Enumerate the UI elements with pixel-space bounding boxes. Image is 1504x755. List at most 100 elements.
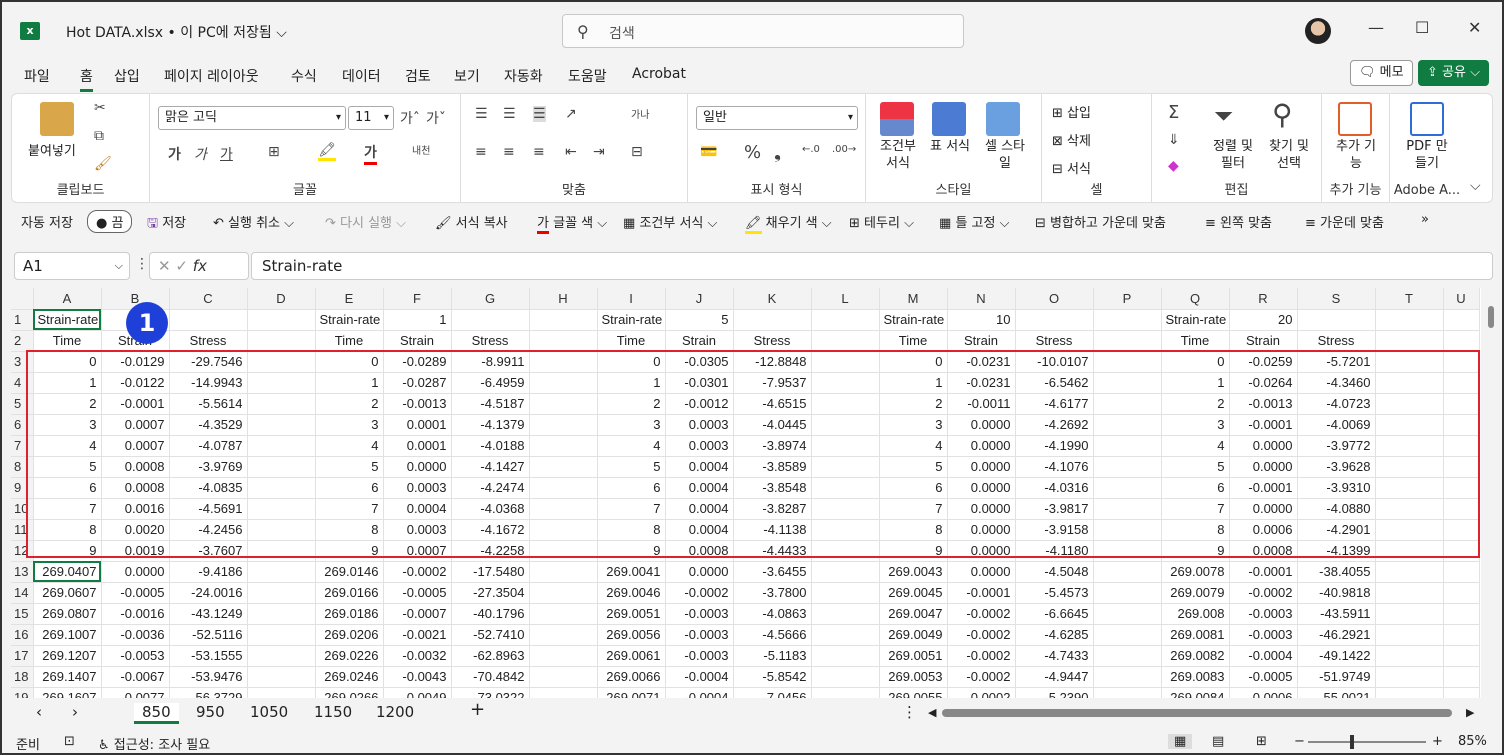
border-icon[interactable]: ⊞: [268, 144, 280, 160]
cell[interactable]: 0.0004: [383, 498, 452, 520]
zoom-in-icon[interactable]: +: [1432, 734, 1443, 749]
cell[interactable]: -24.0016: [169, 582, 248, 604]
cell[interactable]: [811, 393, 880, 415]
cell[interactable]: -0.0004: [1229, 645, 1298, 667]
cell[interactable]: -14.9943: [169, 372, 248, 394]
cell[interactable]: -4.0835: [169, 477, 248, 499]
row-header[interactable]: 4: [11, 372, 34, 394]
cell[interactable]: 0.0001: [383, 435, 452, 457]
column-header[interactable]: G: [451, 288, 530, 310]
more-commands-button[interactable]: »: [1421, 212, 1429, 227]
sheet-tab-1050[interactable]: 1050: [250, 703, 288, 721]
cell[interactable]: [1443, 330, 1480, 352]
phonetic-icon[interactable]: 내천: [412, 142, 430, 157]
cell[interactable]: [529, 435, 598, 457]
cell[interactable]: -40.1796: [451, 603, 530, 625]
tab-file[interactable]: 파일: [24, 66, 50, 86]
cell[interactable]: -3.8287: [733, 498, 812, 520]
clear-icon[interactable]: ◆: [1168, 158, 1179, 174]
cell[interactable]: -4.1076: [1015, 456, 1094, 478]
cell[interactable]: 0.0000: [947, 561, 1016, 583]
cell[interactable]: 269.0226: [315, 645, 384, 667]
cell[interactable]: Stress: [169, 330, 248, 352]
accessibility-status[interactable]: ♿ 접근성: 조사 필요: [98, 734, 210, 753]
row-header[interactable]: 14: [11, 582, 34, 604]
cell[interactable]: Strain: [383, 330, 452, 352]
cell[interactable]: [247, 603, 316, 625]
cell[interactable]: -0.0006: [1229, 687, 1298, 698]
cell[interactable]: [529, 372, 598, 394]
cell[interactable]: -0.0002: [1229, 582, 1298, 604]
cell[interactable]: 0.0019: [101, 540, 170, 562]
cell[interactable]: 269.0084: [1161, 687, 1230, 698]
cell[interactable]: -38.4055: [1297, 561, 1376, 583]
cell[interactable]: 5: [1161, 456, 1230, 478]
tab-formulas[interactable]: 수식: [291, 66, 317, 86]
cell[interactable]: 0.0000: [947, 540, 1016, 562]
align-bottom-icon[interactable]: ☰: [533, 106, 546, 122]
cell[interactable]: Stress: [451, 330, 530, 352]
cell[interactable]: 0.0006: [1229, 519, 1298, 541]
cell[interactable]: -0.0003: [665, 645, 734, 667]
cell[interactable]: 269.0071: [597, 687, 666, 698]
column-header[interactable]: F: [383, 288, 452, 310]
create-pdf-label[interactable]: PDF 만들기: [1402, 138, 1452, 172]
cell[interactable]: 269.0407: [33, 561, 102, 583]
cell[interactable]: [1375, 561, 1444, 583]
cell[interactable]: 269.0266: [315, 687, 384, 698]
format-table-label[interactable]: 표 서식: [928, 138, 972, 155]
format-painter-icon[interactable]: 🖌: [94, 156, 112, 172]
cell[interactable]: [1093, 540, 1162, 562]
cell[interactable]: -6.4959: [451, 372, 530, 394]
cell[interactable]: [1375, 414, 1444, 436]
cell[interactable]: -0.0002: [947, 687, 1016, 698]
cell[interactable]: [247, 456, 316, 478]
cell[interactable]: [1093, 603, 1162, 625]
cell[interactable]: -0.0001: [1229, 414, 1298, 436]
cell[interactable]: 269.0051: [597, 603, 666, 625]
fill-icon[interactable]: ⇓: [1168, 132, 1180, 148]
cell[interactable]: -4.1180: [1015, 540, 1094, 562]
cell[interactable]: -4.0880: [1297, 498, 1376, 520]
row-header[interactable]: 1: [11, 309, 34, 331]
add-sheet-button[interactable]: +: [470, 699, 485, 720]
zoom-slider[interactable]: [1308, 735, 1426, 749]
cut-icon[interactable]: ✂: [94, 100, 106, 116]
cell[interactable]: [529, 540, 598, 562]
cell[interactable]: -5.7201: [1297, 351, 1376, 373]
cell[interactable]: 7: [33, 498, 102, 520]
cell[interactable]: [1443, 624, 1480, 646]
addins-button-label[interactable]: 추가 기능: [1332, 138, 1380, 172]
grow-font-icon[interactable]: 가ˆ: [400, 108, 420, 128]
cell[interactable]: 269.0807: [33, 603, 102, 625]
merge-center-button[interactable]: ⊟ 병합하고 가운데 맞춤: [1035, 212, 1166, 231]
row-header[interactable]: 2: [11, 330, 34, 352]
fill-color-icon[interactable]: 🖍: [318, 142, 336, 161]
cell[interactable]: [1093, 435, 1162, 457]
enter-icon[interactable]: ✓: [175, 257, 188, 275]
cell[interactable]: [811, 435, 880, 457]
cell-styles-label[interactable]: 셀 스타일: [980, 138, 1030, 172]
cell[interactable]: 0.0004: [665, 519, 734, 541]
column-header[interactable]: K: [733, 288, 812, 310]
cell[interactable]: [1375, 477, 1444, 499]
cell[interactable]: [1093, 624, 1162, 646]
cell[interactable]: 0.0003: [665, 414, 734, 436]
cell[interactable]: [1375, 687, 1444, 698]
paste-icon[interactable]: [40, 102, 74, 136]
cell[interactable]: [811, 351, 880, 373]
column-header[interactable]: S: [1297, 288, 1376, 310]
column-header[interactable]: E: [315, 288, 384, 310]
number-format-select[interactable]: 일반 ▾: [696, 106, 858, 130]
cell[interactable]: -5.2390: [1015, 687, 1094, 698]
cell[interactable]: Strain-rate: [315, 309, 384, 331]
cell[interactable]: 0: [1161, 351, 1230, 373]
cell[interactable]: -3.9628: [1297, 456, 1376, 478]
cell[interactable]: -0.0002: [947, 666, 1016, 688]
cell[interactable]: 0.0004: [665, 456, 734, 478]
cell[interactable]: 269.0055: [879, 687, 948, 698]
cell[interactable]: [1093, 456, 1162, 478]
cell[interactable]: [811, 309, 880, 331]
cell[interactable]: 269.0082: [1161, 645, 1230, 667]
cell[interactable]: [1443, 687, 1480, 698]
